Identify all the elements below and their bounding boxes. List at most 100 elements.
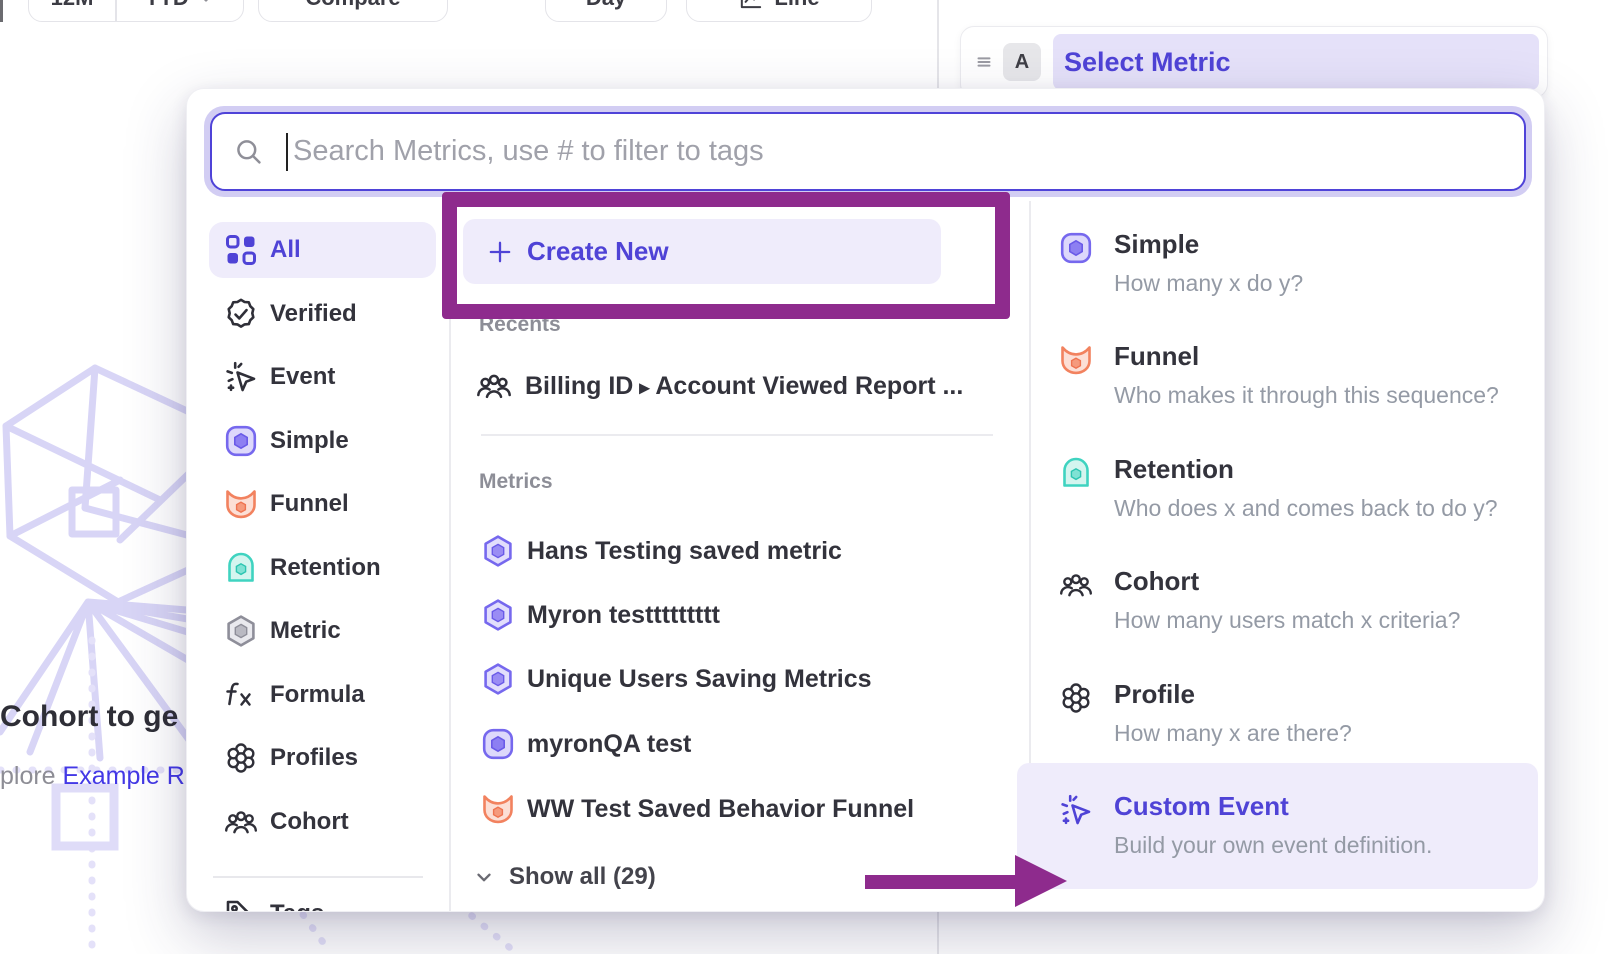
sidebar-item-cohort[interactable]: Cohort: [209, 794, 436, 850]
metric-type-description: Who does x and comes back to do y?: [1114, 495, 1498, 522]
cohort-icon: [476, 368, 512, 404]
sidebar-item-label: Formula: [270, 681, 365, 709]
metric-type-title: Cohort: [1114, 566, 1199, 597]
types-column-divider: [1029, 201, 1031, 763]
search-input[interactable]: Search Metrics, use # to filter to tags: [210, 112, 1526, 191]
metric-list-item[interactable]: myronQA test: [481, 722, 691, 766]
recent-item-billing[interactable]: Billing ID ▸ Account Viewed Report ...: [476, 364, 963, 408]
empty-state-text-area: Cohort to ge plore Example R: [0, 700, 186, 810]
day-granularity-button[interactable]: Day: [545, 0, 667, 22]
metric-list-item[interactable]: Unique Users Saving Metrics: [481, 657, 872, 701]
metric-type-description: Who makes it through this sequence?: [1114, 382, 1499, 409]
sidebar-item-label: Profiles: [270, 744, 358, 772]
range-ytd-label: YTD: [145, 0, 189, 11]
sidebar-item-label: Event: [270, 363, 335, 391]
text-cursor: [286, 133, 288, 171]
funnel-icon: [481, 792, 515, 826]
metric-type-funnel[interactable]: FunnelWho makes it through this sequence…: [1059, 343, 1529, 427]
metric-item-label: Unique Users Saving Metrics: [527, 665, 872, 694]
metric-type-simple[interactable]: Simple How many x do y?: [1059, 231, 1529, 315]
compare-label: Compare: [305, 0, 400, 11]
caret-down-icon: [197, 0, 215, 7]
sidebar-divider: [213, 876, 423, 878]
sidebar-item-label: Funnel: [270, 490, 349, 518]
metric-type-description: How many x do y?: [1114, 270, 1303, 297]
sidebar-item-label: Simple: [270, 427, 349, 455]
metric-list-item[interactable]: WW Test Saved Behavior Funnel: [481, 787, 914, 831]
search-placeholder: Search Metrics, use # to filter to tags: [293, 135, 764, 168]
empty-state-heading: Cohort to ge: [0, 700, 178, 734]
profiles-icon: [224, 741, 258, 775]
chevron-down-icon: [473, 866, 495, 888]
empty-state-subtext: plore Example R: [0, 762, 185, 791]
sidebar-item-formula[interactable]: Formula: [209, 667, 436, 723]
verified-icon: [224, 297, 258, 331]
metric-item-label: WW Test Saved Behavior Funnel: [527, 795, 914, 824]
sidebar-item-label: Verified: [270, 300, 357, 328]
sidebar-item-label: All: [270, 236, 301, 264]
range-12m-label: 12M: [51, 0, 94, 11]
sidebar-item-simple[interactable]: Simple: [209, 413, 436, 469]
select-metric-pill[interactable]: Select Metric: [1053, 34, 1539, 90]
recent-item-detail: Account Viewed Report ...: [655, 372, 963, 400]
breadcrumb-arrow: ▸: [639, 377, 649, 399]
metric-item-label: myronQA test: [527, 730, 691, 759]
sidebar-item-tags[interactable]: Tags: [209, 886, 436, 912]
simple-icon: [1059, 231, 1093, 265]
divider: [481, 434, 993, 436]
metric-type-description: Build your own event definition.: [1114, 832, 1432, 859]
metric-type-title: Profile: [1114, 679, 1195, 710]
annotation-box: [442, 192, 1010, 319]
show-all-button[interactable]: Show all (29): [473, 855, 656, 899]
line-chart-icon: [738, 0, 764, 11]
recent-item-label: Billing ID: [525, 372, 633, 400]
metric-list-item[interactable]: Myron testtttttttt: [481, 593, 720, 637]
sidebar-item-verified[interactable]: Verified: [209, 286, 436, 342]
sidebar-item-metric[interactable]: Metric: [209, 603, 436, 659]
metrics-section-label: Metrics: [479, 470, 553, 494]
show-all-label: Show all (29): [509, 863, 656, 891]
metric-item-label: Hans Testing saved metric: [527, 537, 842, 566]
simple-icon: [224, 424, 258, 458]
metric-type-description: How many users match x criteria?: [1114, 607, 1460, 634]
example-reports-link[interactable]: Example R: [63, 762, 185, 790]
day-label: Day: [586, 0, 626, 11]
metric-type-retention[interactable]: Retention Who does x and comes back to do…: [1059, 456, 1529, 540]
sidebar-item-label: Retention: [270, 554, 381, 582]
range-12m-button[interactable]: 12M: [29, 0, 115, 21]
sidebar-item-event[interactable]: Event: [209, 349, 436, 405]
empty-state-text-fragment: plore: [0, 762, 56, 790]
event-icon: [224, 360, 258, 394]
metric-item-label: Myron testtttttttt: [527, 601, 720, 630]
annotation-arrow: [858, 848, 1073, 914]
metric-type-custom-event[interactable]: Custom EventBuild your own event definit…: [1059, 793, 1529, 877]
sidebar-item-funnel[interactable]: Funnel: [209, 476, 436, 532]
range-ytd-button[interactable]: YTD: [117, 0, 244, 21]
sidebar-item-label: Tags: [270, 900, 324, 912]
metric-type-title: Simple: [1114, 229, 1199, 260]
saved-metric-icon: [481, 598, 515, 632]
compare-button[interactable]: Compare: [258, 0, 448, 22]
line-chart-type-button[interactable]: Line: [686, 0, 872, 22]
cohort-icon: [224, 805, 258, 839]
date-range-group: 12M YTD: [28, 0, 244, 22]
simple-icon: [481, 727, 515, 761]
drag-handle-icon[interactable]: [973, 51, 995, 73]
metric-type-title: Retention: [1114, 454, 1234, 485]
profiles-icon: [1059, 681, 1093, 715]
sidebar-item-label: Metric: [270, 617, 341, 645]
metric-list-item[interactable]: Hans Testing saved metric: [481, 529, 842, 573]
sidebar-item-label: Cohort: [270, 808, 349, 836]
metric-type-profile[interactable]: Profile How many x are there?: [1059, 681, 1529, 765]
search-focus-ring: Search Metrics, use # to filter to tags: [204, 106, 1532, 197]
sidebar-item-profiles[interactable]: Profiles: [209, 730, 436, 786]
sidebar-item-all[interactable]: All: [209, 222, 436, 278]
formula-icon: [224, 678, 258, 712]
grid-icon: [224, 233, 258, 267]
metric-type-cohort[interactable]: Cohort How many users match x criteria?: [1059, 568, 1529, 652]
metric-type-description: How many x are there?: [1114, 720, 1352, 747]
search-icon: [234, 137, 264, 167]
tag-icon: [224, 897, 258, 912]
sidebar-item-retention[interactable]: Retention: [209, 540, 436, 596]
metric-icon: [224, 614, 258, 648]
